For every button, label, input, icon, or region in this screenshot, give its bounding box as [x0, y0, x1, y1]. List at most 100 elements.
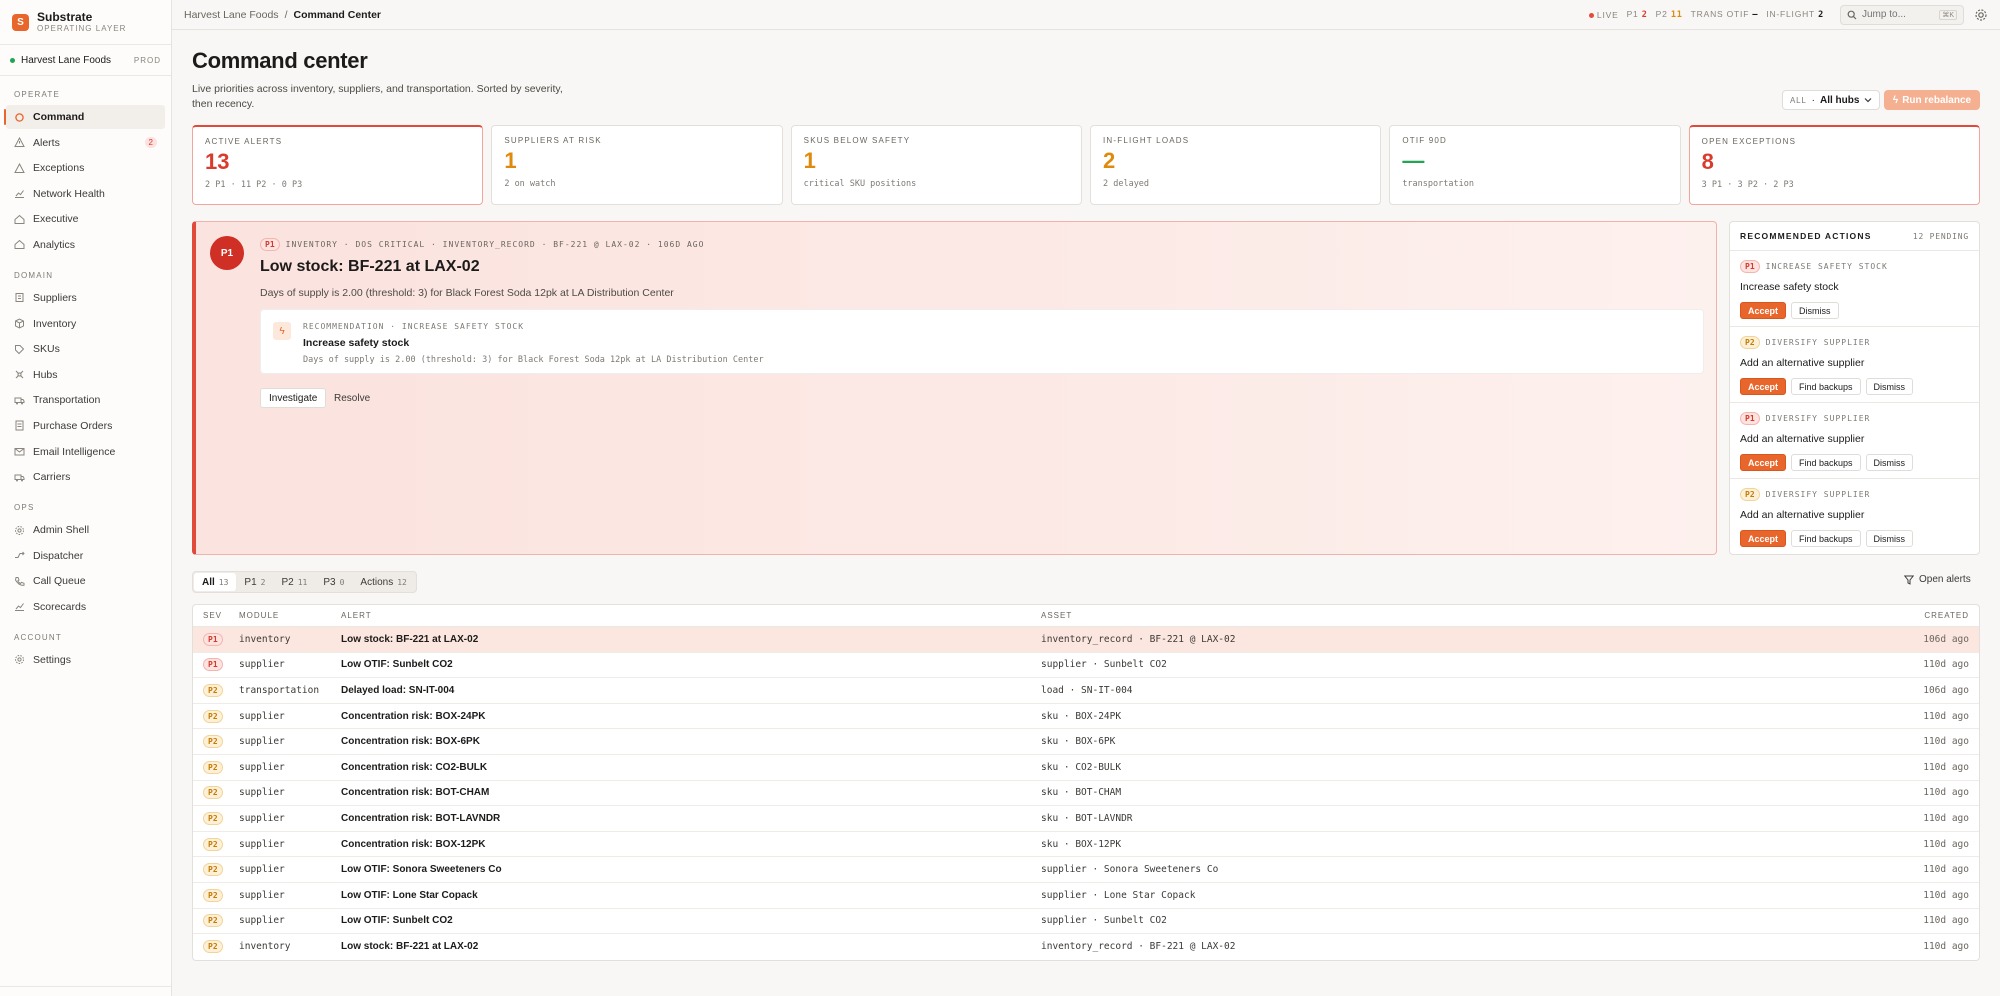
table-row[interactable]: P2 supplier Low OTIF: Sunbelt CO2 supplier … — [193, 909, 1979, 935]
action-title: Add an alternative supplier — [1740, 357, 1865, 369]
brand-name: Substrate — [37, 9, 93, 24]
kpi-value: 13 — [205, 149, 230, 174]
featured-alert-meta-text: INVENTORY · DOS CRITICAL · INVENTORY_REC… — [285, 240, 705, 249]
dismiss-button[interactable]: Dismiss — [1865, 530, 1914, 547]
sidebar-item-carriers[interactable]: Carriers — [6, 465, 165, 489]
row-severity: P2 — [193, 914, 239, 928]
find-backups-button[interactable]: Find backups — [1791, 454, 1861, 471]
accept-button[interactable]: Accept — [1740, 302, 1787, 319]
jump-search[interactable]: ⌘K — [1840, 4, 1964, 25]
sidebar-item-label: Settings — [33, 653, 71, 666]
table-row[interactable]: P2 inventory Low stock: BF-221 at LAX-02 in… — [193, 934, 1979, 960]
column-alert[interactable]: ALERT — [341, 611, 1041, 620]
table-row[interactable]: P2 transportation Delayed load: SN-IT-004 l… — [193, 678, 1979, 704]
brand-subtitle: OPERATING LAYER — [37, 23, 127, 33]
tab-count: 11 — [297, 577, 308, 587]
kpi-subtext: 2 P1 · 11 P2 · 0 P3 — [205, 180, 303, 190]
find-backups-button[interactable]: Find backups — [1791, 530, 1861, 547]
run-rebalance-label: Run rebalance — [1902, 94, 1972, 106]
sidebar-item-admin-shell[interactable]: Admin Shell — [6, 518, 165, 542]
row-alert: Concentration risk: BOT-LAVNDR — [341, 812, 501, 824]
sidebar-item-email-intelligence[interactable]: Email Intelligence — [6, 440, 165, 464]
find-backups-button[interactable]: Find backups — [1791, 378, 1861, 395]
column-created[interactable]: CREATED — [1889, 611, 1979, 620]
table-row[interactable]: P2 supplier Concentration risk: CO2-BULK sk… — [193, 755, 1979, 781]
dismiss-button[interactable]: Dismiss — [1865, 454, 1914, 471]
sidebar-item-dispatcher[interactable]: Dispatcher — [6, 544, 165, 568]
table-row[interactable]: P2 supplier Concentration risk: BOX-6PK sku… — [193, 729, 1979, 755]
brand[interactable]: S Substrate OPERATING LAYER — [0, 0, 171, 44]
sidebar-item-analytics[interactable]: Analytics — [6, 233, 165, 257]
sidebar-item-purchase-orders[interactable]: Purchase Orders — [6, 414, 165, 438]
tab-actions[interactable]: Actions 12 — [352, 573, 414, 591]
sidebar-item-inventory[interactable]: Inventory — [6, 312, 165, 336]
table-row[interactable]: P2 supplier Low OTIF: Sonora Sweeteners Co… — [193, 857, 1979, 883]
nav-section-operate: OPERATE — [14, 90, 61, 99]
kpi-active-alerts[interactable]: ACTIVE ALERTS 13 2 P1 · 11 P2 · 0 P3 — [192, 125, 484, 205]
tab-p2[interactable]: P2 11 — [273, 573, 315, 591]
featured-recommendation: ϟ RECOMMENDATION · INCREASE SAFETY STOCK… — [260, 309, 1704, 374]
sidebar-item-exceptions[interactable]: Exceptions — [6, 156, 165, 180]
accept-button[interactable]: Accept — [1740, 378, 1787, 395]
jump-search-input[interactable] — [1862, 9, 1932, 20]
sidebar-item-transportation[interactable]: Transportation — [6, 388, 165, 412]
p1-count-status: P1 2 — [1626, 9, 1648, 20]
table-row[interactable]: P2 supplier Low OTIF: Lone Star Copack supp… — [193, 883, 1979, 909]
sidebar-item-executive[interactable]: Executive — [6, 207, 165, 231]
table-row[interactable]: P1 supplier Low OTIF: Sunbelt CO2 supplier … — [193, 653, 1979, 679]
severity-pill: P2 — [203, 786, 223, 800]
tab-p1[interactable]: P1 2 — [236, 573, 273, 591]
dismiss-button[interactable]: Dismiss — [1865, 378, 1914, 395]
open-alerts-link[interactable]: Open alerts — [1904, 574, 1971, 585]
action-buttons: Accept Find backups Dismiss — [1740, 378, 1969, 395]
sidebar-item-command[interactable]: Command — [4, 105, 165, 129]
row-module: supplier — [239, 659, 285, 671]
column-sev[interactable]: SEV — [193, 611, 239, 620]
action-type: INCREASE SAFETY STOCK — [1765, 262, 1888, 271]
gear-icon[interactable] — [1974, 8, 1988, 22]
table-row[interactable]: P2 supplier Concentration risk: BOT-CHAM sk… — [193, 781, 1979, 807]
tab-p3[interactable]: P3 0 — [315, 573, 352, 591]
org-status-dot — [10, 57, 15, 63]
resolve-button[interactable]: Resolve — [326, 388, 378, 408]
action-type: DIVERSIFY SUPPLIER — [1765, 414, 1871, 423]
run-rebalance-button[interactable]: ϟ Run rebalance — [1884, 90, 1980, 110]
kpi-open-exceptions[interactable]: OPEN EXCEPTIONS 8 3 P1 · 3 P2 · 2 P3 — [1688, 125, 1980, 205]
kpi-skus-below-safety[interactable]: SKUS BELOW SAFETY 1 critical SKU positions — [790, 125, 1082, 205]
tab-all[interactable]: All 13 — [194, 573, 237, 591]
table-row[interactable]: P2 supplier Concentration risk: BOX-12PK sk… — [193, 832, 1979, 858]
row-created: 110d ago — [1923, 710, 1969, 722]
dismiss-button[interactable]: Dismiss — [1791, 302, 1839, 319]
table-row[interactable]: P2 supplier Concentration risk: BOT-LAVNDR… — [193, 806, 1979, 832]
recommendation-description: Days of supply is 2.00 (threshold: 3) fo… — [303, 355, 764, 365]
row-module: transportation — [239, 684, 320, 696]
featured-alert[interactable]: P1 P1 INVENTORY · DOS CRITICAL · INVENTO… — [192, 221, 1717, 555]
kpi-in-flight-loads[interactable]: IN-FLIGHT LOADS 2 2 delayed — [1089, 125, 1382, 205]
sidebar-item-hubs[interactable]: Hubs — [6, 363, 165, 387]
sidebar-item-settings[interactable]: Settings — [6, 648, 165, 672]
kpi-otif-90d[interactable]: OTIF 90D — transportation — [1389, 125, 1681, 205]
hub-filter-select[interactable]: ALL · All hubs — [1782, 90, 1881, 110]
kpi-suppliers-at-risk[interactable]: SUPPLIERS AT RISK 1 2 on watch — [491, 125, 783, 205]
sidebar-item-call-queue[interactable]: Call Queue — [6, 569, 165, 593]
action-title: Add an alternative supplier — [1740, 433, 1865, 445]
kpi-value: 2 — [1102, 148, 1116, 173]
table-row[interactable]: P2 supplier Concentration risk: BOX-24PK sk… — [193, 704, 1979, 730]
breadcrumb-org[interactable]: Harvest Lane Foods — [184, 9, 279, 21]
accept-button[interactable]: Accept — [1740, 454, 1787, 471]
sidebar-item-alerts[interactable]: Alerts 2 — [6, 131, 165, 155]
column-asset[interactable]: ASSET — [1041, 611, 1889, 620]
sidebar-item-label: Network Health — [33, 187, 105, 200]
org-switcher[interactable]: Harvest Lane Foods PROD — [0, 44, 171, 76]
severity-pill: P2 — [203, 940, 223, 954]
table-row[interactable]: P1 inventory Low stock: BF-221 at LAX-02 in… — [193, 627, 1979, 653]
action-buttons: Accept Find backups Dismiss — [1740, 454, 1969, 471]
row-created: 110d ago — [1923, 812, 1969, 824]
column-module[interactable]: MODULE — [239, 611, 341, 620]
sidebar-item-network-health[interactable]: Network Health — [6, 182, 165, 206]
sidebar-item-scorecards[interactable]: Scorecards — [6, 595, 165, 619]
investigate-button[interactable]: Investigate — [260, 388, 327, 408]
accept-button[interactable]: Accept — [1740, 530, 1787, 547]
sidebar-item-suppliers[interactable]: Suppliers — [6, 286, 165, 310]
sidebar-item-skus[interactable]: SKUs — [6, 337, 165, 361]
